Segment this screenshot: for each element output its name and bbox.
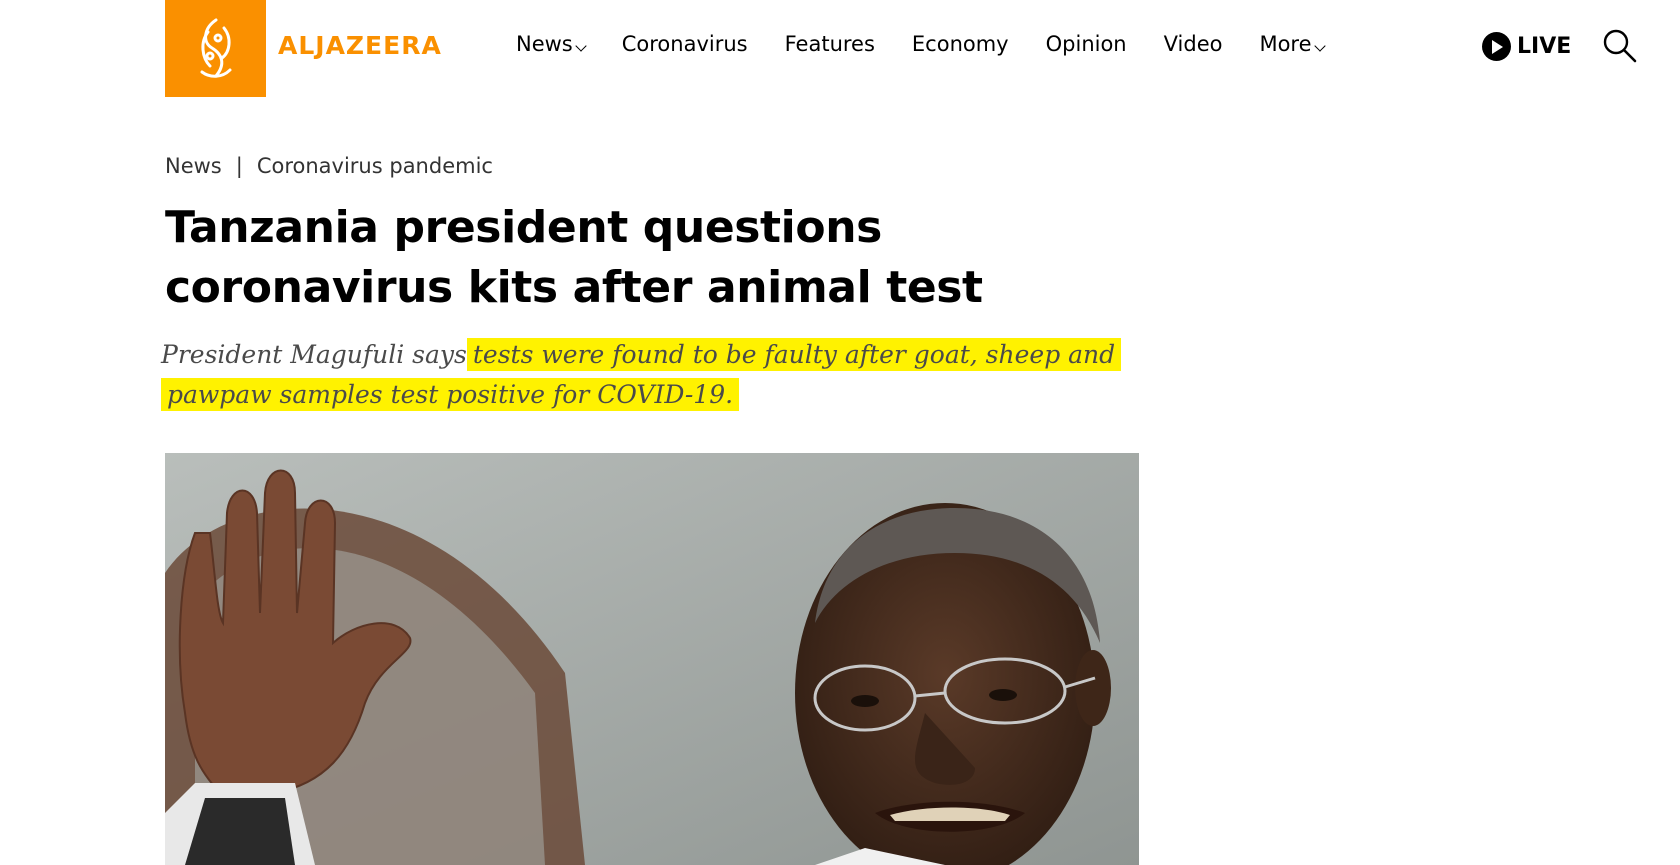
- nav-coronavirus-label: Coronavirus: [621, 32, 748, 56]
- nav-economy-label: Economy: [911, 32, 1009, 56]
- hero-photo-illustration: [165, 453, 1139, 865]
- article-headline: Tanzania president questions coronavirus…: [165, 202, 983, 313]
- chevron-down-icon: [1313, 40, 1326, 52]
- dek-plain-text: President Magufuli says: [161, 340, 467, 369]
- nav-video[interactable]: Video: [1164, 32, 1223, 56]
- nav-coronavirus[interactable]: Coronavirus: [622, 32, 748, 56]
- search-button[interactable]: [1602, 28, 1638, 64]
- chevron-down-icon: [575, 40, 587, 52]
- site-logo-text[interactable]: ALJAZEERA: [278, 31, 442, 60]
- nav-opinion[interactable]: Opinion: [1046, 32, 1127, 56]
- search-icon: [1603, 29, 1637, 63]
- site-logo[interactable]: [165, 0, 266, 97]
- breadcrumb-coronavirus-pandemic[interactable]: Coronavirus pandemic: [257, 154, 493, 178]
- article-dek: President Magufuli says tests were found …: [161, 335, 1141, 415]
- hero-image: [165, 453, 1139, 865]
- nav-opinion-label: Opinion: [1045, 32, 1127, 56]
- main-nav: News Coronavirus Features Economy Opinio…: [516, 32, 1361, 56]
- breadcrumb-news[interactable]: News: [165, 154, 222, 178]
- aljazeera-emblem-icon: [200, 18, 231, 78]
- live-label: LIVE: [1517, 34, 1572, 59]
- site-header: ALJAZEERA News Coronavirus Features Econ…: [0, 0, 1680, 100]
- breadcrumb: News | Coronavirus pandemic: [165, 154, 493, 178]
- live-button[interactable]: LIVE: [1482, 32, 1571, 61]
- nav-economy[interactable]: Economy: [912, 32, 1009, 56]
- nav-video-label: Video: [1163, 32, 1223, 56]
- nav-more[interactable]: More: [1259, 32, 1326, 56]
- nav-features-label: Features: [784, 32, 875, 56]
- nav-news[interactable]: News: [516, 32, 587, 56]
- breadcrumb-separator: |: [235, 154, 243, 178]
- nav-more-label: More: [1259, 32, 1312, 56]
- nav-news-label: News: [516, 32, 573, 56]
- play-icon: [1482, 32, 1511, 61]
- nav-features[interactable]: Features: [785, 32, 875, 56]
